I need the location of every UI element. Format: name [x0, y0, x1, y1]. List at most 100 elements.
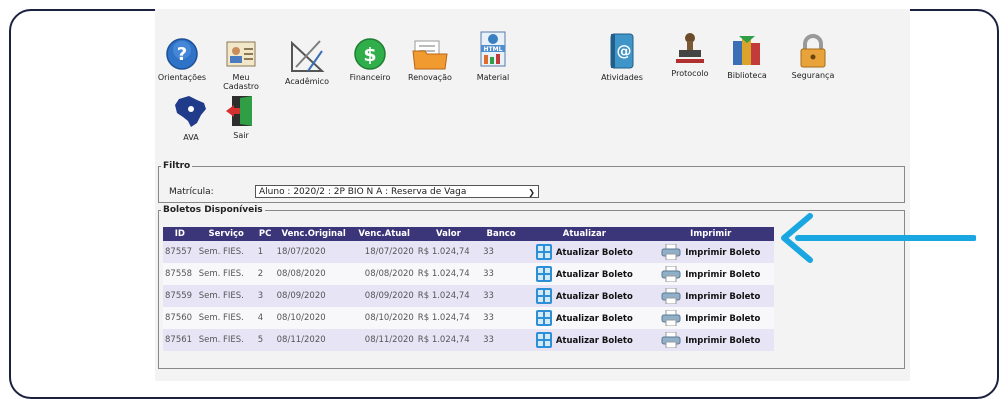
annotation-arrow-icon [781, 213, 976, 263]
cell-id: 87561 [163, 329, 197, 351]
table-row: 87561 Sem. FIES. 5 08/11/2020 08/11/2020 R$ 1… [163, 329, 774, 351]
imprimir-boleto-button[interactable]: Imprimir Boleto [661, 331, 761, 349]
cell-banco: 33 [481, 285, 522, 307]
filter-legend: Filtro [163, 161, 191, 171]
menu-item-label: Segurança [791, 71, 835, 80]
col-header-venc-original: Venc.Original [274, 227, 353, 241]
calculator-icon [535, 244, 552, 260]
cell-venc-original: 08/09/2020 [274, 285, 353, 307]
drafting-tools-icon [291, 40, 325, 72]
cell-venc-atual: 08/09/2020 [352, 285, 416, 307]
printer-icon [661, 265, 681, 283]
imprimir-boleto-button[interactable]: Imprimir Boleto [661, 265, 761, 283]
imprimir-boleto-label: Imprimir Boleto [685, 313, 761, 324]
svg-text:?: ? [177, 44, 187, 65]
atualizar-boleto-button[interactable]: Atualizar Boleto [535, 244, 633, 260]
cell-venc-original: 08/08/2020 [274, 263, 353, 285]
cell-valor: R$ 1.024,74 [415, 285, 482, 307]
profile-card-icon [226, 41, 256, 67]
table-row: 87558 Sem. FIES. 2 08/08/2020 08/08/2020 R$ 1… [163, 263, 774, 285]
col-header-id: ID [163, 227, 197, 241]
cell-venc-original: 18/07/2020 [274, 241, 353, 263]
table-row: 87559 Sem. FIES. 3 08/09/2020 08/09/2020 R$ 1… [163, 285, 774, 307]
imprimir-boleto-label: Imprimir Boleto [685, 269, 761, 280]
atualizar-boleto-button[interactable]: Atualizar Boleto [535, 310, 633, 326]
menu-item-seguranca[interactable]: Segurança [778, 33, 848, 80]
menu-item-academico[interactable]: Acadêmico [272, 37, 342, 86]
menu-item-biblioteca[interactable]: Biblioteca [712, 33, 782, 80]
menu-item-label: Sair [233, 131, 249, 140]
matricula-select-value: Aluno : 2020/2 : 2P BIO N A : Reserva de… [259, 187, 467, 197]
imprimir-boleto-label: Imprimir Boleto [685, 335, 761, 346]
imprimir-boleto-button[interactable]: Imprimir Boleto [661, 309, 761, 327]
col-header-venc-atual: Venc.Atual [352, 227, 416, 241]
menu-item-material[interactable]: HTML Material [458, 29, 528, 82]
atualizar-boleto-label: Atualizar Boleto [555, 291, 633, 302]
atualizar-boleto-label: Atualizar Boleto [555, 335, 633, 346]
menu-item-atividades[interactable]: @ Atividades [587, 31, 657, 82]
atualizar-boleto-label: Atualizar Boleto [555, 247, 633, 258]
dollar-icon: $ [354, 38, 386, 70]
col-header-imprimir: Imprimir [647, 227, 774, 241]
cell-imprimir: Imprimir Boleto [647, 329, 774, 351]
menu-item-label: Material [476, 73, 510, 82]
imprimir-boleto-label: Imprimir Boleto [685, 291, 761, 302]
atualizar-boleto-button[interactable]: Atualizar Boleto [535, 288, 633, 304]
cell-banco: 33 [481, 329, 522, 351]
cell-imprimir: Imprimir Boleto [647, 307, 774, 329]
calculator-icon [535, 266, 552, 282]
table-header-row: ID Serviço PC Venc.Original Venc.Atual V… [163, 227, 774, 241]
cell-valor: R$ 1.024,74 [415, 241, 482, 263]
cell-valor: R$ 1.024,74 [415, 329, 482, 351]
matricula-select[interactable]: Aluno : 2020/2 : 2P BIO N A : Reserva de… [255, 185, 539, 198]
menu-item-sair[interactable]: Sair [206, 93, 276, 140]
calculator-icon [535, 310, 552, 326]
cell-atualizar: Atualizar Boleto [521, 241, 648, 263]
cell-pc: 2 [255, 263, 275, 285]
atualizar-boleto-button[interactable]: Atualizar Boleto [535, 332, 633, 348]
menu-item-renovacao[interactable]: Renovação [395, 37, 465, 82]
cell-imprimir: Imprimir Boleto [647, 241, 774, 263]
col-header-banco: Banco [481, 227, 522, 241]
table-row: 87560 Sem. FIES. 4 08/10/2020 08/10/2020 R$ 1… [163, 307, 774, 329]
cell-banco: 33 [481, 307, 522, 329]
printer-icon [661, 309, 681, 327]
html-file-icon: HTML [480, 31, 506, 67]
svg-text:HTML: HTML [484, 46, 503, 53]
cell-servico: Sem. FIES. [196, 329, 256, 351]
email-book-icon: @ [610, 33, 634, 69]
cell-atualizar: Atualizar Boleto [521, 263, 648, 285]
cell-valor: R$ 1.024,74 [415, 263, 482, 285]
menu-item-meu-cadastro[interactable]: Meu Cadastro [206, 37, 276, 91]
cell-atualizar: Atualizar Boleto [521, 285, 648, 307]
atualizar-boleto-button[interactable]: Atualizar Boleto [535, 266, 633, 282]
cell-venc-atual: 18/07/2020 [352, 241, 416, 263]
stamp-icon [676, 33, 704, 63]
cell-pc: 1 [255, 241, 275, 263]
matricula-label: Matrícula: [169, 187, 214, 197]
cell-servico: Sem. FIES. [196, 241, 256, 263]
cell-valor: R$ 1.024,74 [415, 307, 482, 329]
col-header-atualizar: Atualizar [521, 227, 648, 241]
menu-item-label: Acadêmico [285, 77, 329, 86]
atualizar-boleto-label: Atualizar Boleto [555, 269, 633, 280]
cell-id: 87557 [163, 241, 197, 263]
table-row: 87557 Sem. FIES. 1 18/07/2020 18/07/2020 R$ 1… [163, 241, 774, 263]
cell-imprimir: Imprimir Boleto [647, 263, 774, 285]
atualizar-boleto-label: Atualizar Boleto [555, 313, 633, 324]
svg-text:$: $ [363, 44, 376, 66]
cell-venc-atual: 08/10/2020 [352, 307, 416, 329]
folder-icon [412, 40, 448, 70]
menu-item-label: Atividades [601, 73, 643, 82]
imprimir-boleto-button[interactable]: Imprimir Boleto [661, 287, 761, 305]
cell-atualizar: Atualizar Boleto [521, 307, 648, 329]
col-header-pc: PC [255, 227, 275, 241]
cell-banco: 33 [481, 241, 522, 263]
cell-pc: 5 [255, 329, 275, 351]
lock-icon [800, 34, 826, 68]
calculator-icon [535, 288, 552, 304]
col-header-valor: Valor [415, 227, 482, 241]
brazil-map-icon [175, 96, 206, 127]
exit-door-icon [226, 96, 252, 126]
imprimir-boleto-button[interactable]: Imprimir Boleto [661, 243, 760, 261]
